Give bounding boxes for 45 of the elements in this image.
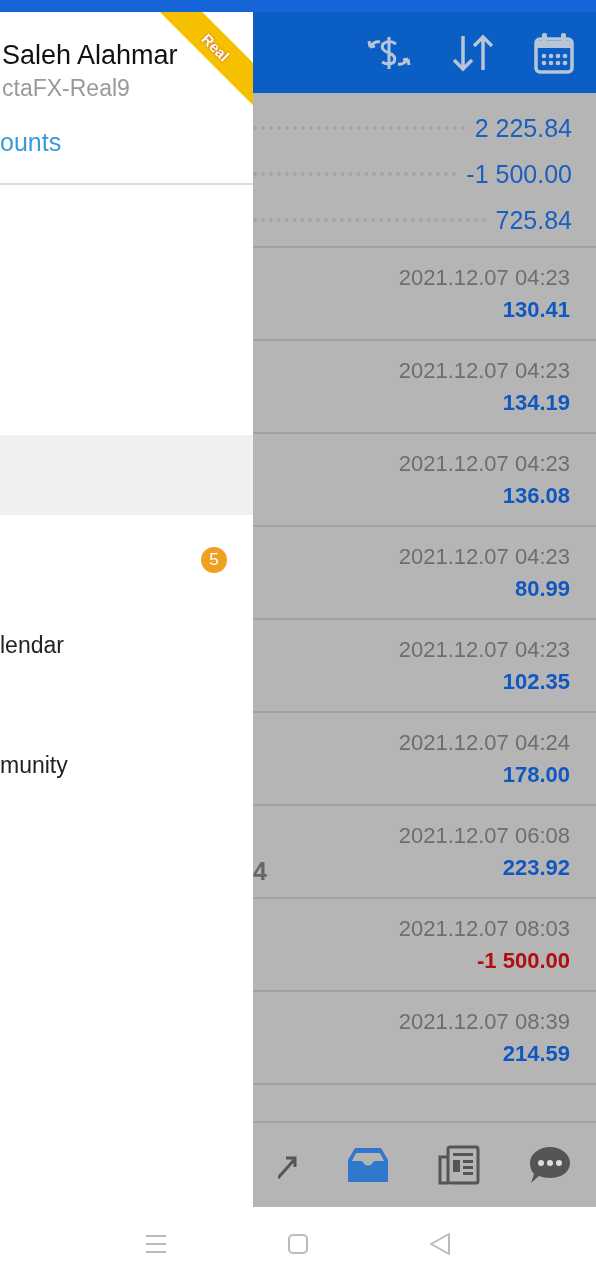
summary-value: 2 225.84: [474, 113, 572, 143]
history-row[interactable]: 2021.12.07 04:23 134.19: [253, 341, 596, 434]
accounts-link[interactable]: ounts: [0, 128, 253, 157]
back-icon[interactable]: [429, 1231, 451, 1256]
deal-time: 2021.12.07 04:23: [398, 357, 570, 384]
bottom-tab[interactable]: [529, 1145, 572, 1185]
deal-time: 2021.12.07 08:03: [398, 915, 570, 942]
deal-time: 2021.12.07 04:23: [398, 450, 570, 477]
menu-icon[interactable]: [145, 1233, 167, 1254]
count-badge: 5: [201, 547, 227, 573]
deal-profit: 80.99: [514, 575, 570, 602]
sort-arrows-icon[interactable]: [452, 33, 494, 72]
history-row[interactable]: 2021.12.07 08:39 214.59: [253, 992, 596, 1085]
deal-profit: -1 500.00: [477, 947, 570, 974]
deal-time: 2021.12.07 04:24: [398, 729, 570, 756]
summary-value: -1 500.00: [466, 159, 572, 189]
history-row[interactable]: 2021.12.07 04:23 136.08: [253, 434, 596, 527]
deal-time: 2021.12.07 04:23: [398, 264, 570, 291]
history-row[interactable]: 4 2021.12.07 06:08 223.92: [253, 806, 596, 899]
row-value: 4: [253, 857, 267, 886]
bottom-tab[interactable]: [438, 1145, 481, 1185]
deal-profit: 178.00: [502, 761, 570, 788]
deal-profit: 102.35: [502, 668, 570, 695]
history-row[interactable]: 2021.12.07 04:23 130.41: [253, 248, 596, 341]
deal-profit: 136.08: [502, 482, 570, 509]
history-row[interactable]: 2021.12.07 04:23 80.99: [253, 527, 596, 620]
deal-profit: 223.92: [502, 854, 570, 881]
deal-profit: 130.41: [502, 296, 570, 323]
server-name: ctaFX-Real9: [1, 75, 131, 102]
deal-time: 2021.12.07 04:23: [398, 636, 570, 663]
deal-time: 2021.12.07 06:08: [398, 822, 570, 849]
history-row[interactable]: 2021.12.07 04:24 178.00: [253, 713, 596, 806]
calendar-icon[interactable]: [534, 31, 574, 74]
summary-value: 725.84: [495, 205, 572, 235]
account-name: Saleh Alahmar: [1, 40, 178, 71]
deal-time: 2021.12.07 08:39: [398, 1008, 570, 1035]
inbox-icon: [346, 1146, 389, 1184]
history-row[interactable]: 2021.12.07 04:23 102.35: [253, 620, 596, 713]
chat-bubble-icon: [529, 1145, 572, 1185]
deal-profit: 214.59: [502, 1040, 570, 1067]
deal-profit: 134.19: [502, 389, 570, 416]
newspaper-icon: [438, 1145, 481, 1185]
history-row[interactable]: 2021.12.07 08:03 -1 500.00: [253, 899, 596, 992]
home-icon[interactable]: [287, 1232, 309, 1255]
deal-time: 2021.12.07 04:23: [398, 543, 570, 570]
